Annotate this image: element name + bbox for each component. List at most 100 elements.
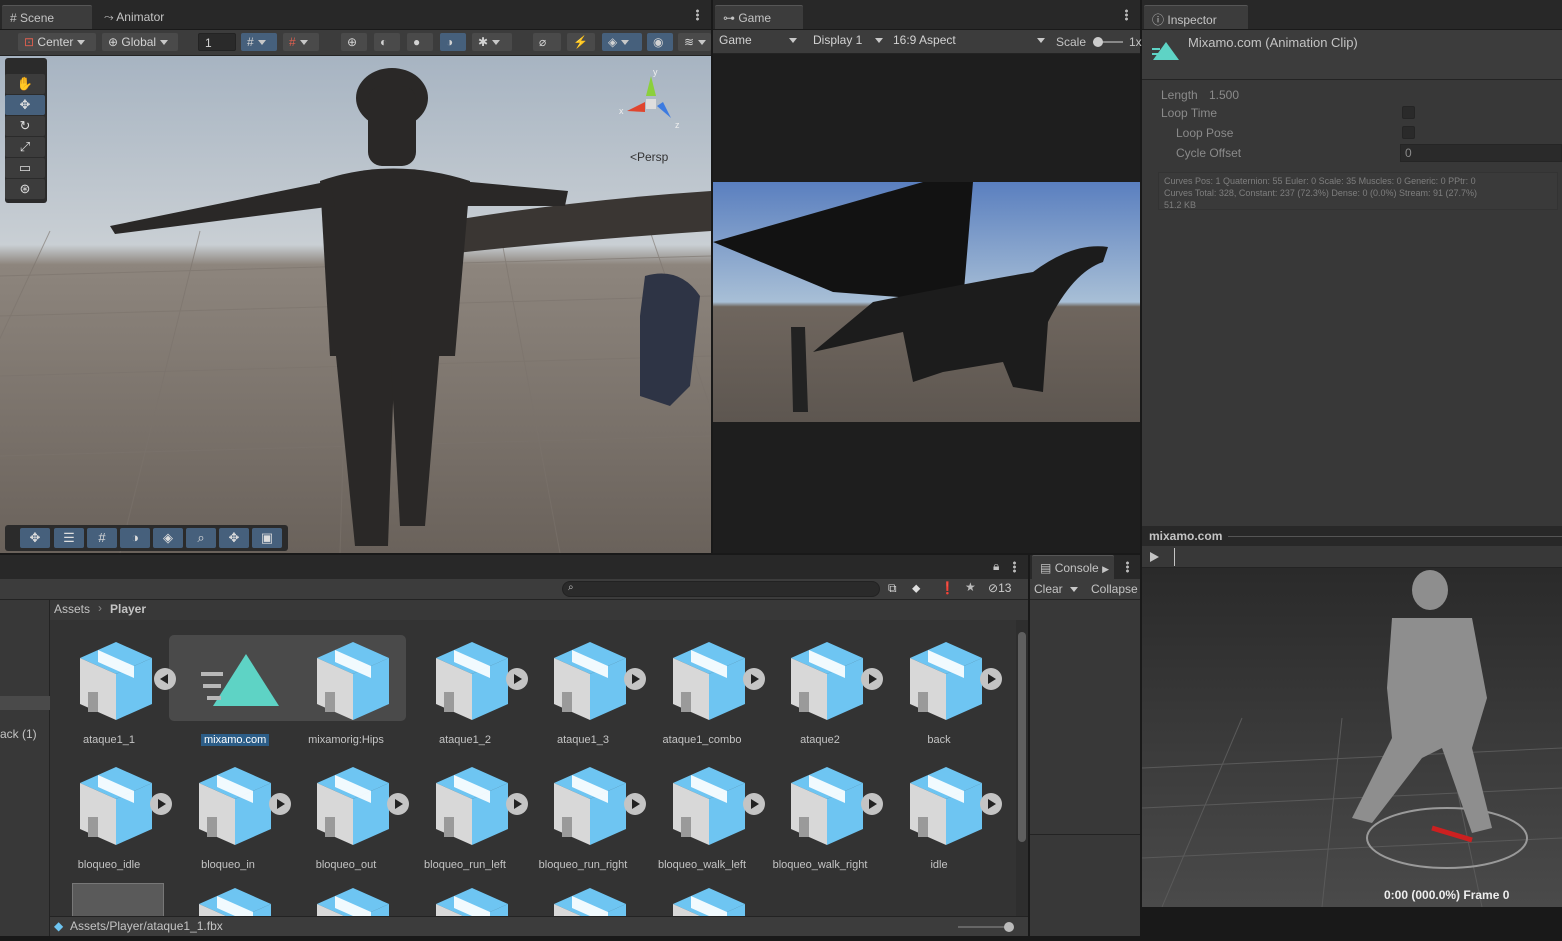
console-menu-icon[interactable] xyxy=(1126,561,1129,573)
eye-icon: ◉ xyxy=(653,35,664,49)
overlay-settings-button[interactable]: ☰ xyxy=(54,528,84,548)
effects-button[interactable]: ◈ xyxy=(602,33,642,51)
asset-item[interactable]: bloqueo_run_left xyxy=(406,761,528,886)
game-mode-dropdown[interactable]: Game xyxy=(713,31,801,49)
snap-value-field[interactable]: 1 xyxy=(198,33,236,51)
length-label: Length xyxy=(1161,88,1198,102)
rotate-tool-button[interactable]: ↻ xyxy=(5,116,45,136)
expand-arrow-icon[interactable] xyxy=(980,668,1002,690)
display-dropdown[interactable]: Display 1 xyxy=(807,31,887,49)
asset-item[interactable]: bloqueo_walk_left xyxy=(643,761,765,886)
asset-item[interactable]: mixamorig:Hips xyxy=(287,636,405,761)
tab-game[interactable]: ⊶ Game xyxy=(715,5,803,29)
asset-label: back xyxy=(927,734,951,746)
breadcrumb-player[interactable]: Player xyxy=(110,602,146,616)
favorite-star-icon[interactable]: ★ xyxy=(965,580,976,594)
scene-viewport[interactable]: ✋ ✥ ↻ ⤢ ▭ ⊛ y x z <Persp ✥ ☰ # ◑ ◈ ⌕ ✥ ▣ xyxy=(0,56,711,553)
preview-viewport[interactable]: 0:00 (000.0%) Frame 0 xyxy=(1142,568,1562,907)
icon-size-slider-thumb[interactable] xyxy=(1004,922,1014,932)
scene-menu-icon[interactable] xyxy=(696,9,699,21)
overlay-sphere-button[interactable]: ◑ xyxy=(120,528,150,548)
asset-item[interactable]: bloqueo_in xyxy=(169,761,291,886)
asset-item[interactable]: bloqueo_run_right xyxy=(524,761,646,886)
hidden-packages-button[interactable]: ⊘13 xyxy=(988,581,1011,595)
tree-item[interactable]: ack (1) xyxy=(0,727,37,741)
icon-size-slider[interactable] xyxy=(958,922,1014,932)
increment-snap-button[interactable]: # xyxy=(283,33,319,51)
asset-item[interactable] xyxy=(669,884,749,916)
asset-item[interactable] xyxy=(313,884,393,916)
cycle-offset-field[interactable]: 0 xyxy=(1400,144,1562,162)
shading-solid-button[interactable]: ● xyxy=(407,33,433,51)
filter-type-icon[interactable]: ⧉ xyxy=(888,581,897,596)
preview-timeline-cursor[interactable] xyxy=(1174,548,1175,566)
asset-item[interactable] xyxy=(195,884,275,916)
tab-animator[interactable]: ⤳ Animator xyxy=(96,5,172,29)
lock-icon[interactable]: 🔒︎ xyxy=(993,559,999,574)
asset-item[interactable]: ataque1_combo xyxy=(643,636,765,761)
2d-toggle-button[interactable]: ⌀ xyxy=(533,33,561,51)
overlay-pivot-button[interactable]: ✥ xyxy=(219,528,249,548)
expand-arrow-icon[interactable] xyxy=(980,793,1002,815)
space-dropdown[interactable]: ⊕ Global xyxy=(102,33,178,51)
asset-item[interactable]: bloqueo_idle xyxy=(50,761,172,886)
shading-shaded-wire-button[interactable]: ◐ xyxy=(374,33,400,51)
loop-time-checkbox[interactable] xyxy=(1402,106,1415,119)
console-collapse-button[interactable]: Collapse xyxy=(1091,582,1138,596)
asset-grid-scrollbar[interactable] xyxy=(1016,620,1028,916)
overlay-camera-button[interactable]: ▣ xyxy=(252,528,282,548)
debug-draw-button[interactable]: ✱ xyxy=(472,33,512,51)
overlay-move-button[interactable]: ✥ xyxy=(20,528,50,548)
tab-console[interactable]: ▤ Console ▶ xyxy=(1032,555,1114,579)
asset-item[interactable]: ataque2 xyxy=(761,636,883,761)
asset-item[interactable]: bloqueo_out xyxy=(287,761,409,886)
breadcrumb-assets[interactable]: Assets xyxy=(54,602,90,616)
lighting-toggle-button[interactable]: ⚡ xyxy=(567,33,595,51)
scrollbar-thumb[interactable] xyxy=(1018,632,1026,842)
overlay-search-button[interactable]: ⌕ xyxy=(186,528,216,548)
asset-item[interactable]: back xyxy=(880,636,1002,761)
console-log-area[interactable] xyxy=(1030,600,1140,936)
scale-slider[interactable] xyxy=(1093,37,1123,47)
hand-tool-button[interactable]: ✋ xyxy=(5,74,45,94)
tab-inspector[interactable]: ⓘ Inspector xyxy=(1144,5,1248,29)
console-clear-button[interactable]: Clear xyxy=(1034,582,1063,596)
asset-thumbnail[interactable] xyxy=(72,883,164,916)
asset-item[interactable]: idle xyxy=(880,761,1002,886)
game-menu-icon[interactable] xyxy=(1125,9,1128,21)
project-menu-icon[interactable] xyxy=(1013,561,1016,573)
asset-item[interactable]: bloqueo_walk_right xyxy=(761,761,883,886)
label-icon[interactable]: ⬥ xyxy=(912,581,920,596)
asset-item[interactable] xyxy=(550,884,630,916)
loop-pose-checkbox[interactable] xyxy=(1402,126,1415,139)
overlay-grid-button[interactable]: # xyxy=(87,528,117,548)
overlay-layers-button[interactable]: ◈ xyxy=(153,528,183,548)
visibility-button[interactable]: ◉ xyxy=(647,33,673,51)
layers-button[interactable]: ≋ xyxy=(678,33,711,51)
transform-tool-button[interactable]: ⊛ xyxy=(5,179,45,199)
preview-play-icon[interactable] xyxy=(1150,552,1159,562)
grid-snap-button[interactable]: # xyxy=(241,33,277,51)
game-viewport[interactable] xyxy=(713,182,1140,422)
clear-options-caret[interactable] xyxy=(1070,587,1078,592)
asset-item[interactable] xyxy=(432,884,512,916)
project-search-input[interactable]: ⌕ xyxy=(562,581,880,597)
shading-lit-button[interactable]: ◑ xyxy=(440,33,466,51)
warning-icon[interactable]: ❗ xyxy=(940,581,955,595)
rect-tool-button[interactable]: ▭ xyxy=(5,158,45,178)
scale-tool-button[interactable]: ⤢ xyxy=(5,137,45,157)
asset-item[interactable]: mixamo.com xyxy=(169,636,287,761)
asset-item[interactable]: ataque1_1 xyxy=(50,636,176,761)
tab-scene[interactable]: # Scene xyxy=(2,5,92,29)
move-tool-button[interactable]: ✥ xyxy=(5,95,45,115)
scale-slider-thumb[interactable] xyxy=(1093,37,1103,47)
tree-selected-row[interactable] xyxy=(0,696,50,710)
orientation-gizmo[interactable]: y x z xyxy=(615,66,687,138)
aspect-dropdown[interactable]: 16:9 Aspect xyxy=(887,31,1049,49)
fbx-model-icon xyxy=(436,888,508,916)
shading-wire-button[interactable]: ⊕ xyxy=(341,33,367,51)
asset-item[interactable]: ataque1_2 xyxy=(406,636,528,761)
pivot-dropdown[interactable]: ⊡ Center xyxy=(18,33,96,51)
projection-label[interactable]: <Persp xyxy=(630,150,668,164)
asset-item[interactable]: ataque1_3 xyxy=(524,636,646,761)
